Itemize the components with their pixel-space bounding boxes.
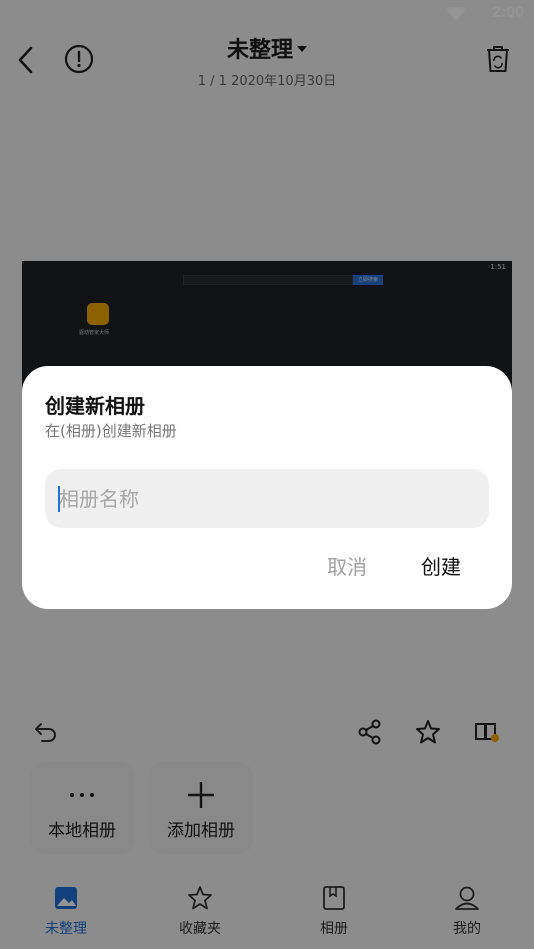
create-album-dialog: 创建新相册 在(相册)创建新相册 取消 创建 bbox=[22, 366, 512, 609]
dialog-title: 创建新相册 bbox=[45, 394, 145, 418]
create-button[interactable]: 创建 bbox=[421, 551, 461, 580]
dialog-subtitle: 在(相册)创建新相册 bbox=[45, 422, 177, 440]
cancel-button[interactable]: 取消 bbox=[327, 551, 367, 580]
text-cursor bbox=[58, 486, 60, 512]
album-name-input[interactable] bbox=[45, 469, 489, 528]
